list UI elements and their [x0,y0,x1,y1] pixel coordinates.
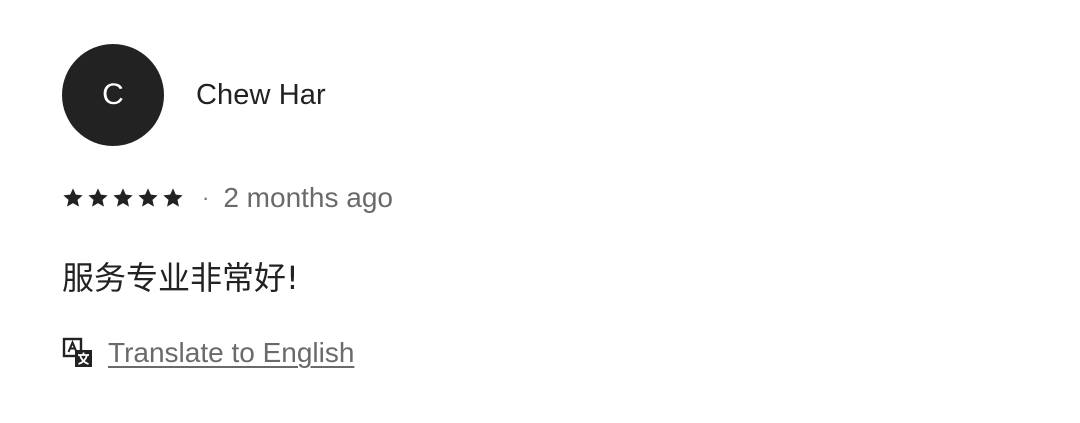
separator-dot: · [202,185,210,210]
reviewer-header: C Chew Har [62,44,326,146]
avatar[interactable]: C [62,44,164,146]
review-text: 服务专业非常好! [62,259,299,297]
star-icon [63,188,83,207]
avatar-initial: C [102,78,124,111]
star-icon [163,188,183,207]
review-date: 2 months ago [223,182,393,213]
star-icon [138,188,158,207]
reviewer-name[interactable]: Chew Har [196,79,326,112]
review-card: C Chew Har · 2 months ago 服务专业非常好! Trans… [0,0,1080,423]
star-icon [113,188,133,207]
translate-row: Translate to English [62,333,354,373]
star-icon [88,188,108,207]
star-rating [62,187,184,209]
translate-link[interactable]: Translate to English [108,337,354,369]
rating-row: · 2 months ago [62,180,393,216]
translate-icon[interactable] [62,337,94,369]
